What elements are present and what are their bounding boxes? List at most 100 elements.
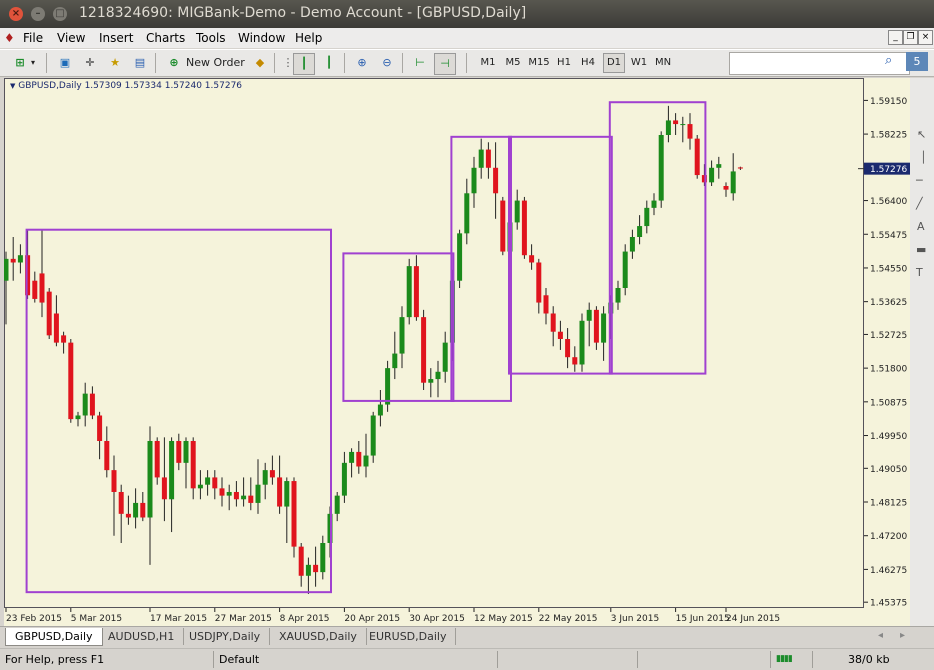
mdi-restore-icon[interactable]: ❐ xyxy=(903,30,918,45)
candle-body xyxy=(269,470,275,478)
candle-body xyxy=(370,415,376,456)
candle-body xyxy=(284,481,290,507)
candle xyxy=(536,258,542,314)
candle xyxy=(219,477,225,507)
candle xyxy=(694,134,700,179)
menu-view[interactable]: View xyxy=(57,31,85,45)
new-order-button[interactable]: New Order xyxy=(186,53,245,73)
bar-chart-icon[interactable]: ┃ xyxy=(293,53,315,75)
candle-body xyxy=(363,455,369,467)
price-tick-label: 1.48125 xyxy=(870,499,907,509)
candle xyxy=(277,455,283,514)
tab-xauusd-daily[interactable]: XAUUSD,Daily xyxy=(270,628,367,645)
date-tick-label: 3 Jun 2015 xyxy=(611,614,659,624)
zoom-out-icon[interactable]: ⊖ xyxy=(377,53,397,73)
crosshair-icon[interactable]: ✛ xyxy=(80,53,100,73)
menu-help[interactable]: Help xyxy=(295,31,322,45)
timeframe-d1[interactable]: D1 xyxy=(603,53,625,73)
new-order-icon[interactable]: ⊕ xyxy=(164,53,184,73)
vertical-line-icon[interactable]: │ xyxy=(920,151,927,164)
menu-window[interactable]: Window xyxy=(238,31,285,45)
candle-body xyxy=(637,226,643,237)
timeframe-w1[interactable]: W1 xyxy=(629,54,649,72)
mdi-close-icon[interactable]: × xyxy=(918,30,933,45)
maximize-icon[interactable]: □ xyxy=(53,7,67,21)
candle-body xyxy=(421,317,427,383)
candle xyxy=(543,287,549,325)
price-tick-label: 1.57276 xyxy=(870,165,907,175)
timeframe-m15[interactable]: M15 xyxy=(528,54,550,72)
chart-menu-icon[interactable]: ▼ xyxy=(10,82,15,90)
menu-charts[interactable]: Charts xyxy=(146,31,185,45)
date-tick-label: 27 Mar 2015 xyxy=(215,614,272,624)
candle xyxy=(493,142,499,219)
price-tick-label: 1.50875 xyxy=(870,398,907,408)
candle-body xyxy=(4,258,9,281)
favorites-icon[interactable]: ★ xyxy=(105,53,125,73)
candle-body xyxy=(205,477,211,485)
candle xyxy=(205,470,211,496)
tab-scroll-left-icon[interactable]: ◂ xyxy=(878,630,883,641)
candle xyxy=(550,306,556,347)
mdi-minimize-icon[interactable]: _ xyxy=(888,30,903,45)
timeframe-h4[interactable]: H4 xyxy=(578,54,598,72)
candle-body xyxy=(557,331,563,339)
candle-body xyxy=(118,491,124,514)
profiles-icon[interactable]: ▣ xyxy=(55,53,75,73)
menu-tools[interactable]: Tools xyxy=(196,31,226,45)
menu-insert[interactable]: Insert xyxy=(99,31,133,45)
chart-shift-icon[interactable]: ⊣ xyxy=(434,53,456,75)
candle xyxy=(75,411,81,427)
minimize-icon[interactable]: – xyxy=(31,7,45,21)
candle-body xyxy=(53,313,59,343)
zoom-in-icon[interactable]: ⊕ xyxy=(352,53,372,73)
candle-body xyxy=(305,564,311,576)
candle-body xyxy=(241,495,247,500)
drawing-tools-panel: ↖ │ ─ ╱ A ▬ T xyxy=(910,78,934,626)
close-icon[interactable]: × xyxy=(9,7,23,21)
trendline-icon[interactable]: ╱ xyxy=(916,197,923,210)
status-profile: Default xyxy=(219,653,260,666)
horizontal-line-icon[interactable]: ─ xyxy=(916,174,923,187)
timeframe-h1[interactable]: H1 xyxy=(554,54,574,72)
candle-body xyxy=(262,470,268,485)
app-logo-icon[interactable]: ♦ xyxy=(4,31,15,45)
candle-body xyxy=(565,338,571,358)
window-icon[interactable]: ▤ xyxy=(130,53,150,73)
auto-scroll-icon[interactable]: ⊢ xyxy=(410,53,430,73)
label-icon[interactable]: T xyxy=(916,266,923,279)
candle-body xyxy=(543,295,549,314)
connection-status-icon[interactable]: ▮▮▮▮ xyxy=(776,654,793,664)
timeframe-m1[interactable]: M1 xyxy=(478,54,498,72)
tab-gbpusd-daily[interactable]: GBPUSD,Daily xyxy=(5,628,103,646)
search-icon[interactable]: ⌕ xyxy=(885,53,892,68)
timeframe-m5[interactable]: M5 xyxy=(503,54,523,72)
candle-body xyxy=(536,262,542,303)
price-chart[interactable] xyxy=(4,78,864,608)
menu-file[interactable]: File xyxy=(23,31,43,45)
tab-audusd-h1[interactable]: AUDUSD,H1 xyxy=(99,628,185,645)
candle xyxy=(176,433,182,471)
rectangle-icon[interactable]: ▬ xyxy=(916,243,926,256)
text-icon[interactable]: A xyxy=(917,220,925,233)
tab-eurusd-daily[interactable]: EURUSD,Daily xyxy=(360,628,457,645)
timeframe-mn[interactable]: MN xyxy=(653,54,673,72)
candle-body xyxy=(341,462,347,496)
candle-body xyxy=(248,495,254,503)
tab-usdjpy-daily[interactable]: USDJPY,Daily xyxy=(180,628,271,645)
candle xyxy=(183,437,189,489)
new-chart-icon[interactable]: ⊞ xyxy=(10,53,30,73)
candle xyxy=(637,215,643,245)
expert-advisors-icon[interactable]: ◆ xyxy=(250,53,270,73)
candle xyxy=(665,105,671,143)
candle xyxy=(529,244,535,270)
dropdown-icon[interactable]: ▾ xyxy=(31,53,35,73)
notification-count-badge[interactable]: 5 xyxy=(906,52,928,71)
tab-scroll-right-icon[interactable]: ▸ xyxy=(900,630,905,641)
search-input[interactable] xyxy=(729,52,910,75)
cursor-icon[interactable]: ↖ xyxy=(917,128,926,141)
candle-body xyxy=(601,313,607,343)
candle-body xyxy=(320,542,326,573)
candlestick-icon[interactable]: ┃ xyxy=(319,53,339,73)
candle xyxy=(673,113,679,135)
